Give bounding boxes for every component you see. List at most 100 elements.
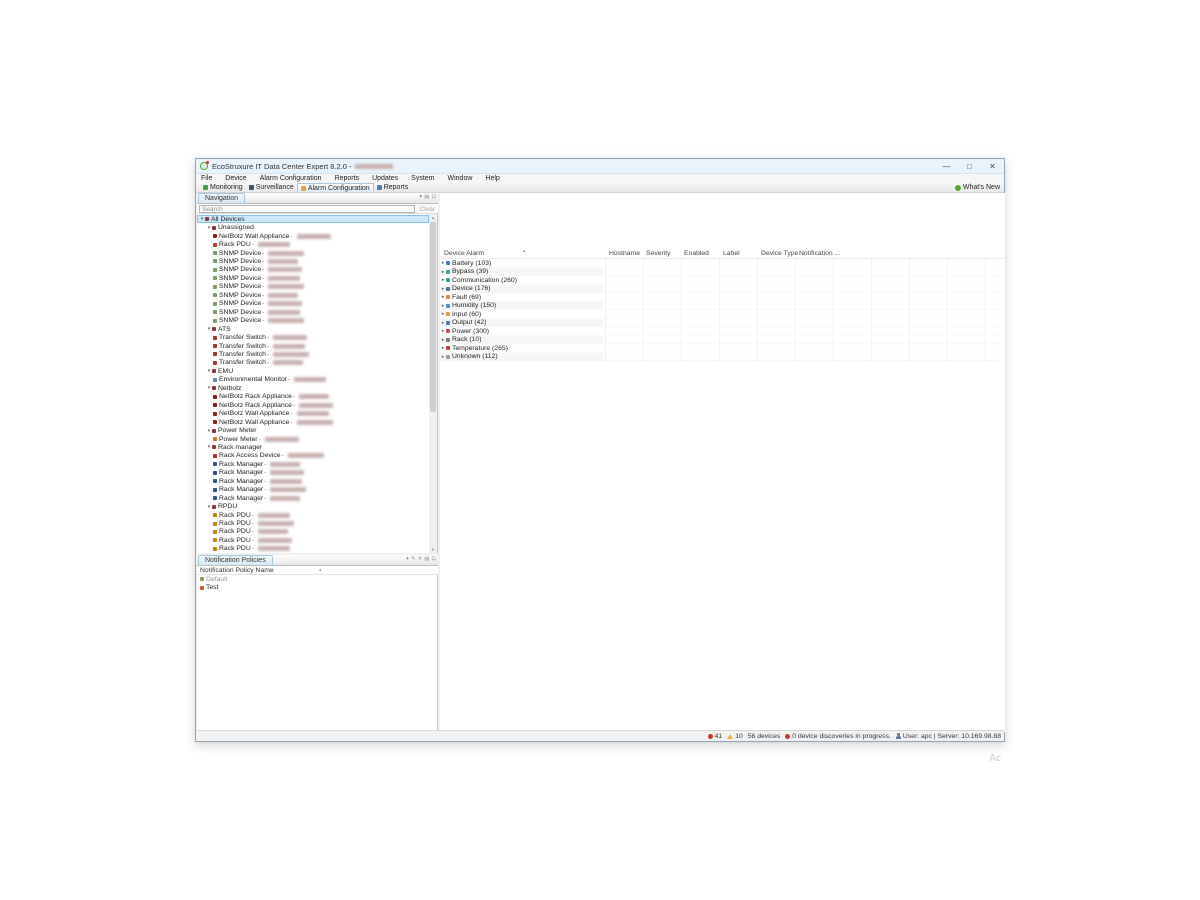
alarm-category-label: Communication (260) — [452, 277, 517, 284]
tree-item-snmp-device[interactable]: SNMP Device- — [197, 266, 429, 274]
whats-new-link[interactable]: What's New — [955, 184, 1000, 191]
tree-item-snmp-device[interactable]: SNMP Device- — [197, 283, 429, 291]
menu-help[interactable]: Help — [480, 175, 504, 182]
alarm-row-device-176[interactable]: ▸Device (176) — [440, 285, 1005, 294]
minimize-button[interactable]: — — [935, 159, 958, 173]
alarm-row-humidity-150[interactable]: ▸Humidity (150) — [440, 302, 1005, 311]
maximize-view-icon[interactable]: ⊡ — [431, 195, 436, 201]
alarm-row-bypass-39[interactable]: ▸Bypass (39) — [440, 268, 1005, 277]
scroll-down-icon[interactable]: ▼ — [429, 547, 437, 552]
tab-surveillance[interactable]: Surveillance — [246, 183, 297, 192]
view-menu-icon[interactable]: ▾ — [419, 195, 422, 201]
column-header-severity[interactable]: Severity — [646, 250, 671, 257]
alarm-row-rack-10[interactable]: ▸Rack (10) — [440, 336, 1005, 345]
navigation-clear-button[interactable]: Clear — [419, 206, 435, 213]
policy-row-default[interactable]: Default — [197, 575, 437, 584]
menu-window[interactable]: Window — [443, 175, 478, 182]
tree-item-rack-pdu[interactable]: Rack PDU- — [197, 528, 429, 536]
dash: - — [290, 419, 292, 426]
alarm-row-input-60[interactable]: ▸Input (60) — [440, 310, 1005, 319]
user-server-status: User: apc | Server: 10.169.98.88 — [896, 733, 1001, 740]
minimize-view-icon[interactable]: ▤ — [424, 195, 429, 201]
notification-policies-view-tab[interactable]: Notification Policies — [198, 555, 273, 565]
add-policy-icon[interactable]: + — [406, 557, 409, 563]
scrollbar-thumb[interactable] — [430, 222, 436, 412]
view-menu-icon[interactable]: ▤ — [424, 557, 429, 563]
alarm-row-battery-103[interactable]: ▸Battery (103) — [440, 259, 1005, 268]
tab-monitoring[interactable]: Monitoring — [200, 183, 246, 192]
menu-file[interactable]: File — [196, 175, 217, 182]
tree-item-rack-access-device[interactable]: Rack Access Device- — [197, 452, 429, 460]
navigation-view-tab[interactable]: Navigation — [198, 193, 245, 203]
policy-name-column-header[interactable]: Notification Policy Name ▴ — [197, 566, 438, 575]
tree-item-rack-pdu[interactable]: Rack PDU- — [197, 240, 429, 248]
scroll-up-icon[interactable]: ▲ — [429, 215, 437, 220]
tree-item-rack-pdu[interactable]: Rack PDU- — [197, 519, 429, 527]
tree-item-unassigned[interactable]: ▾Unassigned — [197, 223, 429, 231]
tree-item-label: Rack Access Device — [219, 452, 281, 459]
column-header-label[interactable]: Label — [723, 250, 740, 257]
tree-item-power-meter[interactable]: ▾Power Meter — [197, 426, 429, 434]
tree-item-transfer-switch[interactable]: Transfer Switch- — [197, 333, 429, 341]
tree-item-ats[interactable]: ▾ATS — [197, 325, 429, 333]
column-header-hostname[interactable]: Hostname — [609, 250, 640, 257]
tree-item-emu[interactable]: ▾EMU — [197, 367, 429, 375]
navigation-search-input[interactable] — [199, 205, 415, 213]
tree-item-snmp-device[interactable]: SNMP Device- — [197, 300, 429, 308]
tree-item-rack-manager[interactable]: Rack Manager- — [197, 494, 429, 502]
tree-item-rack-pdu[interactable]: Rack PDU- — [197, 545, 429, 553]
alarm-row-communication-260[interactable]: ▸Communication (260) — [440, 276, 1005, 285]
menu-reports[interactable]: Reports — [330, 175, 365, 182]
tree-item-rpdu[interactable]: ▾RPDU — [197, 502, 429, 510]
tree-item-rack-manager[interactable]: Rack Manager- — [197, 477, 429, 485]
tree-item-rack-pdu[interactable]: Rack PDU- — [197, 536, 429, 544]
tab-reports[interactable]: Reports — [374, 183, 412, 192]
tree-item-netbotz-wall-appliance[interactable]: NetBotz Wall Appliance- — [197, 418, 429, 426]
tree-item-all-devices[interactable]: ▾All Devices — [197, 215, 429, 223]
alarm-row-output-42[interactable]: ▸Output (42) — [440, 319, 1005, 328]
tree-item-netbotz-rack-appliance[interactable]: NetBotz Rack Appliance- — [197, 401, 429, 409]
policy-row-test[interactable]: Test — [197, 584, 437, 593]
tree-item-power-meter[interactable]: Power Meter- — [197, 435, 429, 443]
maximize-button[interactable]: □ — [958, 159, 981, 173]
column-header-device-type[interactable]: Device Type — [761, 250, 798, 257]
column-header-enabled[interactable]: Enabled — [684, 250, 709, 257]
tree-item-rack-manager[interactable]: ▾Rack manager — [197, 443, 429, 451]
tree-item-rack-pdu[interactable]: Rack PDU- — [197, 511, 429, 519]
close-button[interactable]: ✕ — [981, 159, 1004, 173]
tree-item-snmp-device[interactable]: SNMP Device- — [197, 308, 429, 316]
delete-policy-icon[interactable]: ✕ — [418, 557, 423, 563]
critical-alarms-status: 41 — [708, 733, 723, 740]
tree-scrollbar[interactable]: ▲ ▼ — [429, 214, 437, 553]
tree-item-netbotz-wall-appliance[interactable]: NetBotz Wall Appliance- — [197, 232, 429, 240]
menu-system[interactable]: System — [406, 175, 439, 182]
tree-item-snmp-device[interactable]: SNMP Device- — [197, 291, 429, 299]
tree-item-rack-manager[interactable]: Rack Manager- — [197, 460, 429, 468]
tree-item-netbotz-wall-appliance[interactable]: NetBotz Wall Appliance- — [197, 409, 429, 417]
menu-updates[interactable]: Updates — [367, 175, 403, 182]
tree-item-snmp-device[interactable]: SNMP Device- — [197, 274, 429, 282]
maximize-view-icon[interactable]: ⊡ — [431, 557, 436, 563]
alarm-row-power-300[interactable]: ▸Power (300) — [440, 327, 1005, 336]
menu-alarm-configuration[interactable]: Alarm Configuration — [255, 175, 327, 182]
column-header-device-alarm[interactable]: Device Alarm — [444, 250, 484, 257]
tree-item-snmp-device[interactable]: SNMP Device- — [197, 257, 429, 265]
tree-item-transfer-switch[interactable]: Transfer Switch- — [197, 350, 429, 358]
tree-item-rack-manager[interactable]: Rack Manager- — [197, 469, 429, 477]
menu-device[interactable]: Device — [220, 175, 251, 182]
alarm-row-temperature-265[interactable]: ▸Temperature (265) — [440, 344, 1005, 353]
tree-item-netbotz[interactable]: ▾Netbotz — [197, 384, 429, 392]
tree-item-transfer-switch[interactable]: Transfer Switch- — [197, 342, 429, 350]
tree-item-transfer-switch[interactable]: Transfer Switch- — [197, 359, 429, 367]
tree-item-snmp-device[interactable]: SNMP Device- — [197, 249, 429, 257]
tree-item-environmental-monitor[interactable]: Environmental Monitor- — [197, 376, 429, 384]
tree-item-rack-manager[interactable]: Rack Manager- — [197, 486, 429, 494]
tree-item-snmp-device[interactable]: SNMP Device- — [197, 316, 429, 324]
edit-policy-icon[interactable]: ✎ — [411, 557, 416, 563]
tab-alarm-configuration[interactable]: Alarm Configuration — [297, 183, 374, 192]
column-header-notification[interactable]: Notification ... — [799, 250, 840, 257]
alarm-row-fault-69[interactable]: ▸Fault (69) — [440, 293, 1005, 302]
alarm-row-unknown-112[interactable]: ▸Unknown (112) — [440, 353, 1005, 362]
tree-item-netbotz-rack-appliance[interactable]: NetBotz Rack Appliance- — [197, 393, 429, 401]
redacted-server-ip — [355, 164, 393, 169]
